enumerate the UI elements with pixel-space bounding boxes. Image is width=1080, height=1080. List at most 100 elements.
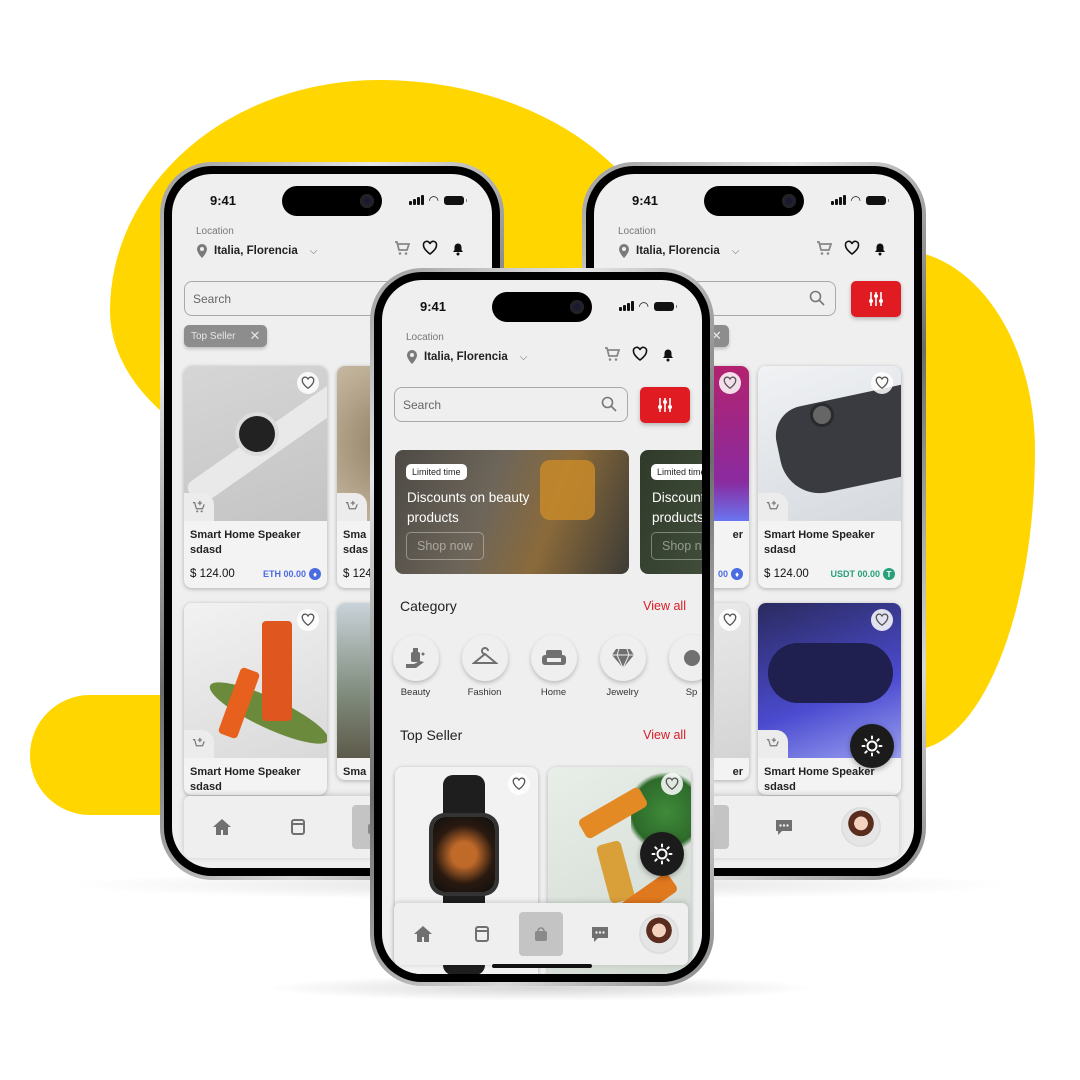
favorite-button[interactable] xyxy=(871,609,893,631)
nav-catalog[interactable] xyxy=(276,805,320,849)
nav-shop[interactable] xyxy=(518,912,563,956)
nav-chat[interactable] xyxy=(762,805,806,849)
add-to-cart-button[interactable] xyxy=(758,730,788,758)
category-view-all-link[interactable]: View all xyxy=(643,599,686,613)
catalog-icon xyxy=(475,926,490,942)
wifi-icon: ◠ xyxy=(428,193,439,207)
nav-profile[interactable] xyxy=(839,805,883,849)
product-card[interactable]: Smart Home Speaker sdasd xyxy=(184,603,327,795)
bell-icon[interactable] xyxy=(872,240,888,256)
battery-icon xyxy=(444,195,467,205)
search-icon[interactable] xyxy=(809,290,825,306)
location-selector[interactable]: Italia, Florencia ⌵ xyxy=(406,350,527,364)
add-cart-icon xyxy=(766,500,779,510)
status-time: 9:41 xyxy=(210,193,237,208)
watch-face xyxy=(239,416,275,452)
location-selector[interactable]: Italia, Florencia ⌵ xyxy=(618,244,739,258)
crypto-value: USDT 00.00 xyxy=(830,569,880,579)
favorite-button[interactable] xyxy=(297,372,319,394)
juice-bottle xyxy=(595,839,636,905)
battery-icon xyxy=(654,301,677,311)
crypto-value: 00 xyxy=(717,569,728,579)
favorite-button[interactable] xyxy=(508,773,530,795)
promo-banner[interactable]: Limited time Discounts on beauty product… xyxy=(640,450,702,574)
favorite-button[interactable] xyxy=(297,609,319,631)
heart-icon[interactable] xyxy=(422,240,438,256)
top-seller-view-all-link[interactable]: View all xyxy=(643,728,686,742)
filter-chip-top-seller[interactable]: Top Seller ✕ xyxy=(184,325,268,347)
add-to-cart-button[interactable] xyxy=(184,493,214,521)
cart-icon[interactable] xyxy=(394,240,410,256)
add-cart-icon xyxy=(192,737,205,747)
nav-profile[interactable] xyxy=(637,912,681,956)
usdt-icon: T xyxy=(883,568,895,580)
location-label: Location xyxy=(196,226,234,237)
add-cart-icon xyxy=(766,737,779,747)
category-label: Fashion xyxy=(467,687,502,698)
nav-home[interactable] xyxy=(401,912,445,956)
cart-icon[interactable] xyxy=(604,346,620,362)
theme-toggle-button[interactable] xyxy=(850,724,894,768)
eth-icon: ♦ xyxy=(731,568,743,580)
search-input[interactable]: Search xyxy=(394,387,628,422)
category-item-jewelry[interactable]: Jewelry xyxy=(599,635,646,698)
title-fragment: er xyxy=(732,529,743,541)
filter-button[interactable] xyxy=(640,387,690,423)
nav-home[interactable] xyxy=(200,805,244,849)
search-icon[interactable] xyxy=(601,396,617,412)
theme-toggle-button[interactable] xyxy=(640,832,684,876)
product-card[interactable]: Smart Home Speaker sdasd $ 124.00 ETH 00… xyxy=(184,366,327,588)
eth-icon: ♦ xyxy=(309,568,321,580)
category-item-beauty[interactable]: Beauty xyxy=(392,635,439,698)
favorite-button[interactable] xyxy=(719,609,741,631)
signal-icon xyxy=(409,195,424,205)
camera-icon xyxy=(360,194,374,208)
add-to-cart-button[interactable] xyxy=(184,730,214,758)
product-card[interactable]: Smart Home Speaker sdasd $ 124.00 USDT 0… xyxy=(758,366,901,588)
location-label: Location xyxy=(618,226,656,237)
heart-icon[interactable] xyxy=(844,240,860,256)
phone-center: 9:41 ◠ Location Italia, Florencia ⌵ Sear… xyxy=(370,268,714,986)
camera-icon xyxy=(782,194,796,208)
favorite-button[interactable] xyxy=(661,773,683,795)
header-actions xyxy=(816,240,888,256)
banner-tag: Limited time xyxy=(406,464,467,480)
nav-catalog[interactable] xyxy=(460,912,504,956)
favorite-button[interactable] xyxy=(871,372,893,394)
heart-icon[interactable] xyxy=(632,346,648,362)
status-icons: ◠ xyxy=(619,300,677,312)
heart-icon xyxy=(875,613,889,627)
home-indicator xyxy=(492,964,592,968)
heart-icon xyxy=(301,376,315,390)
category-title: Category xyxy=(400,598,457,614)
category-list: Beauty Fashion Home Jewelry Sp xyxy=(392,635,702,698)
shop-now-button[interactable]: Shop now xyxy=(651,532,702,560)
category-item-fashion[interactable]: Fashion xyxy=(461,635,508,698)
favorite-button[interactable] xyxy=(719,372,741,394)
location-label: Location xyxy=(406,332,444,343)
nav-chat[interactable] xyxy=(578,912,622,956)
status-time: 9:41 xyxy=(420,299,447,314)
product-title: Smart Home Speaker sdasd xyxy=(190,766,301,793)
promo-banner[interactable]: Limited time Discounts on beauty product… xyxy=(395,450,629,574)
bell-icon[interactable] xyxy=(450,240,466,256)
watch-screen xyxy=(433,817,495,892)
shop-now-button[interactable]: Shop now xyxy=(406,532,484,560)
shop-bag-icon xyxy=(534,927,547,941)
wifi-icon: ◠ xyxy=(850,193,861,207)
search-placeholder: Search xyxy=(403,397,442,412)
search-placeholder: Search xyxy=(193,291,232,306)
add-to-cart-button[interactable] xyxy=(337,493,367,521)
filter-button[interactable] xyxy=(851,281,901,317)
cart-icon[interactable] xyxy=(816,240,832,256)
close-icon[interactable]: ✕ xyxy=(249,328,260,344)
beauty-icon xyxy=(405,648,424,668)
category-item-sports[interactable]: Sp xyxy=(668,635,702,698)
bell-icon[interactable] xyxy=(660,346,676,362)
title-fragment: er xyxy=(732,766,743,778)
location-selector[interactable]: Italia, Florencia ⌵ xyxy=(196,244,317,258)
hanger-icon xyxy=(471,647,498,664)
product-price-row: $ 124.00 USDT 00.00 T xyxy=(758,558,901,588)
add-to-cart-button[interactable] xyxy=(758,493,788,521)
category-item-home[interactable]: Home xyxy=(530,635,577,698)
